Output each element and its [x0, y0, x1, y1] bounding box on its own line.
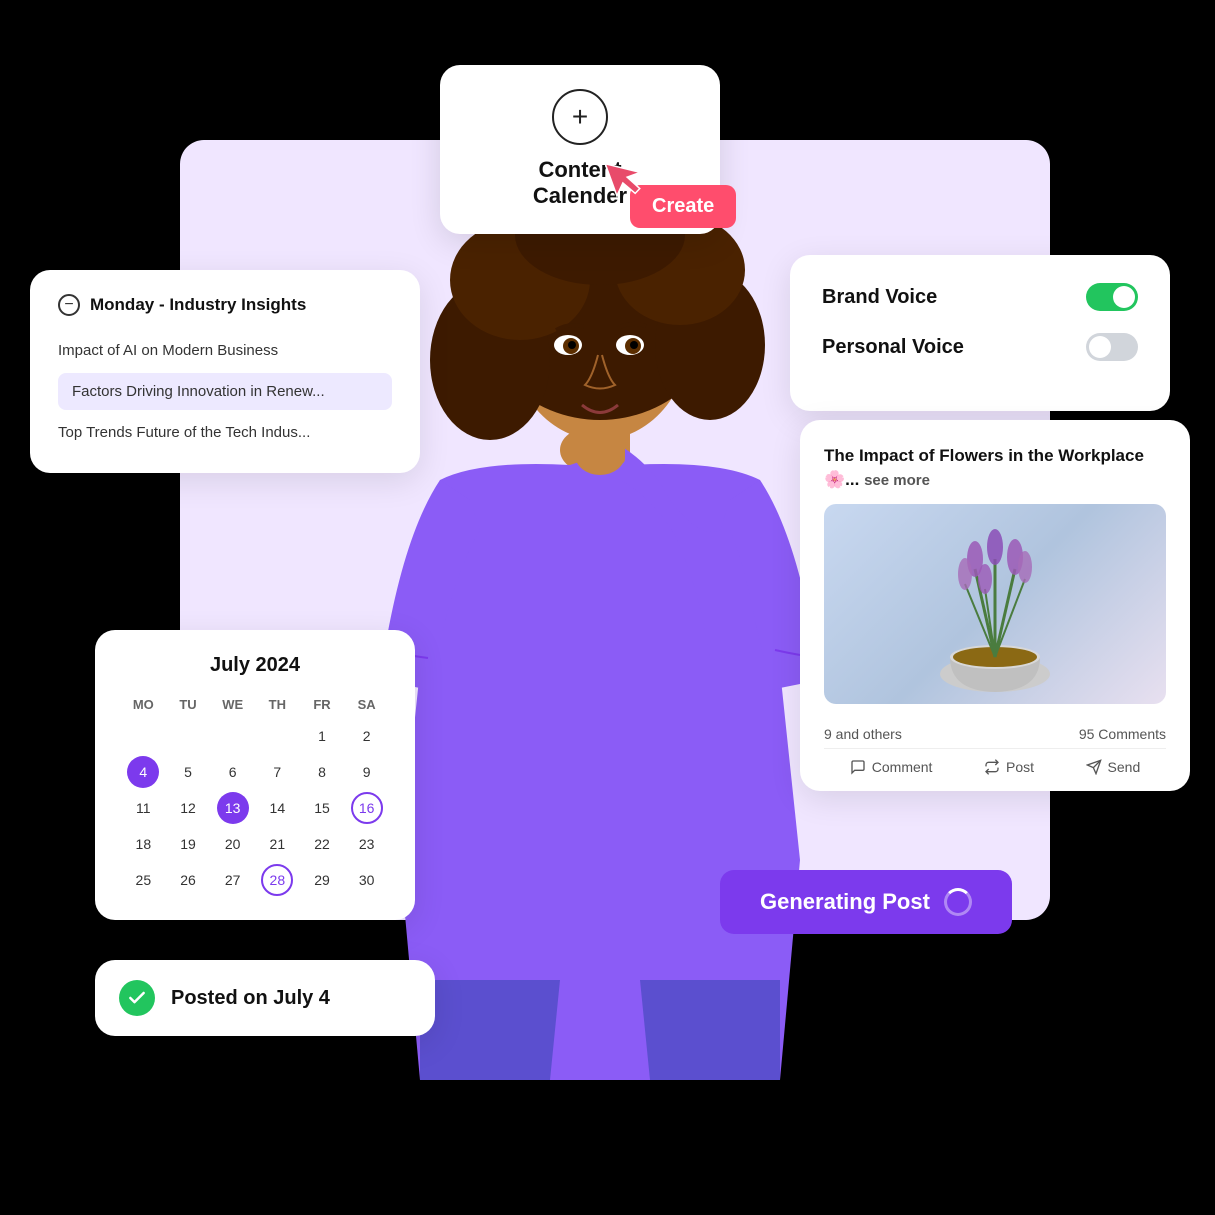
spinner-icon: [944, 888, 972, 916]
posted-card: Posted on July 4: [95, 960, 435, 1036]
flowers-comments: 95 Comments: [1079, 726, 1166, 742]
cal-day-25[interactable]: 25: [127, 864, 159, 896]
flowers-image: [824, 504, 1166, 704]
cal-day-empty4: [261, 720, 293, 752]
cal-day-12[interactable]: 12: [172, 792, 204, 824]
cal-day-23[interactable]: 23: [351, 828, 383, 860]
cal-day-19[interactable]: 19: [172, 828, 204, 860]
calendar-month: July 2024: [123, 654, 387, 677]
flowers-see-more[interactable]: see more: [864, 472, 930, 489]
insights-header: − Monday - Industry Insights: [58, 294, 392, 316]
generating-post-button[interactable]: Generating Post: [720, 870, 1012, 934]
cal-day-7[interactable]: 7: [261, 756, 293, 788]
flowers-actions: Comment Post Send: [824, 748, 1166, 775]
personal-voice-label: Personal Voice: [822, 336, 964, 359]
cal-day-empty1: [127, 720, 159, 752]
brand-voice-toggle[interactable]: [1086, 283, 1138, 311]
brand-voice-label: Brand Voice: [822, 286, 937, 309]
cal-day-4[interactable]: 4: [127, 756, 159, 788]
personal-voice-row: Personal Voice: [822, 333, 1138, 361]
cal-day-empty3: [217, 720, 249, 752]
cal-day-5[interactable]: 5: [172, 756, 204, 788]
cal-day-13[interactable]: 13: [217, 792, 249, 824]
brand-voice-row: Brand Voice: [822, 283, 1138, 311]
comment-action[interactable]: Comment: [850, 759, 933, 775]
cal-day-26[interactable]: 26: [172, 864, 204, 896]
cal-header-sa: SA: [346, 693, 387, 716]
cal-day-11[interactable]: 11: [127, 792, 159, 824]
post-action[interactable]: Post: [984, 759, 1034, 775]
cal-header-mo: MO: [123, 693, 164, 716]
personal-voice-toggle[interactable]: [1086, 333, 1138, 361]
cal-day-21[interactable]: 21: [261, 828, 293, 860]
cal-day-9[interactable]: 9: [351, 756, 383, 788]
flowers-likes: 9 and others: [824, 726, 902, 742]
cal-day-22[interactable]: 22: [306, 828, 338, 860]
plus-icon[interactable]: +: [552, 89, 608, 145]
check-icon: [119, 980, 155, 1016]
voice-card: Brand Voice Personal Voice: [790, 255, 1170, 411]
flowers-stats: 9 and others 95 Comments: [824, 716, 1166, 748]
scene: + ContentCalender Create − Monday - Indu…: [0, 0, 1215, 1215]
lavender-svg: [895, 509, 1095, 699]
cal-day-empty2: [172, 720, 204, 752]
insights-item-3[interactable]: Top Trends Future of the Tech Indus...: [58, 416, 392, 449]
posted-text: Posted on July 4: [171, 987, 330, 1010]
cal-header-tu: TU: [168, 693, 209, 716]
cal-day-18[interactable]: 18: [127, 828, 159, 860]
cal-day-20[interactable]: 20: [217, 828, 249, 860]
cal-day-2[interactable]: 2: [351, 720, 383, 752]
cal-header-fr: FR: [302, 693, 343, 716]
flowers-card: The Impact of Flowers in the Workplace 🌸…: [800, 420, 1190, 791]
insights-item-1[interactable]: Impact of AI on Modern Business: [58, 334, 392, 367]
cal-day-27[interactable]: 27: [217, 864, 249, 896]
cal-day-30[interactable]: 30: [351, 864, 383, 896]
cal-day-6[interactable]: 6: [217, 756, 249, 788]
cal-day-15[interactable]: 15: [306, 792, 338, 824]
insights-card: − Monday - Industry Insights Impact of A…: [30, 270, 420, 473]
flowers-title: The Impact of Flowers in the Workplace 🌸…: [824, 444, 1166, 492]
cal-day-29[interactable]: 29: [306, 864, 338, 896]
cal-day-28[interactable]: 28: [261, 864, 293, 896]
cal-day-1[interactable]: 1: [306, 720, 338, 752]
cal-day-16[interactable]: 16: [351, 792, 383, 824]
generating-post-label: Generating Post: [760, 889, 930, 915]
insights-title: Monday - Industry Insights: [90, 295, 306, 315]
cal-header-we: WE: [212, 693, 253, 716]
insights-item-2[interactable]: Factors Driving Innovation in Renew...: [58, 373, 392, 410]
cal-day-8[interactable]: 8: [306, 756, 338, 788]
minus-icon[interactable]: −: [58, 294, 80, 316]
calendar-card: July 2024 MO TU WE TH FR SA 1 2 4 5 6 7 …: [95, 630, 415, 920]
calendar-grid: MO TU WE TH FR SA 1 2 4 5 6 7 8 9 11 12 …: [123, 693, 387, 896]
cal-day-14[interactable]: 14: [261, 792, 293, 824]
cal-header-th: TH: [257, 693, 298, 716]
send-action[interactable]: Send: [1086, 759, 1141, 775]
